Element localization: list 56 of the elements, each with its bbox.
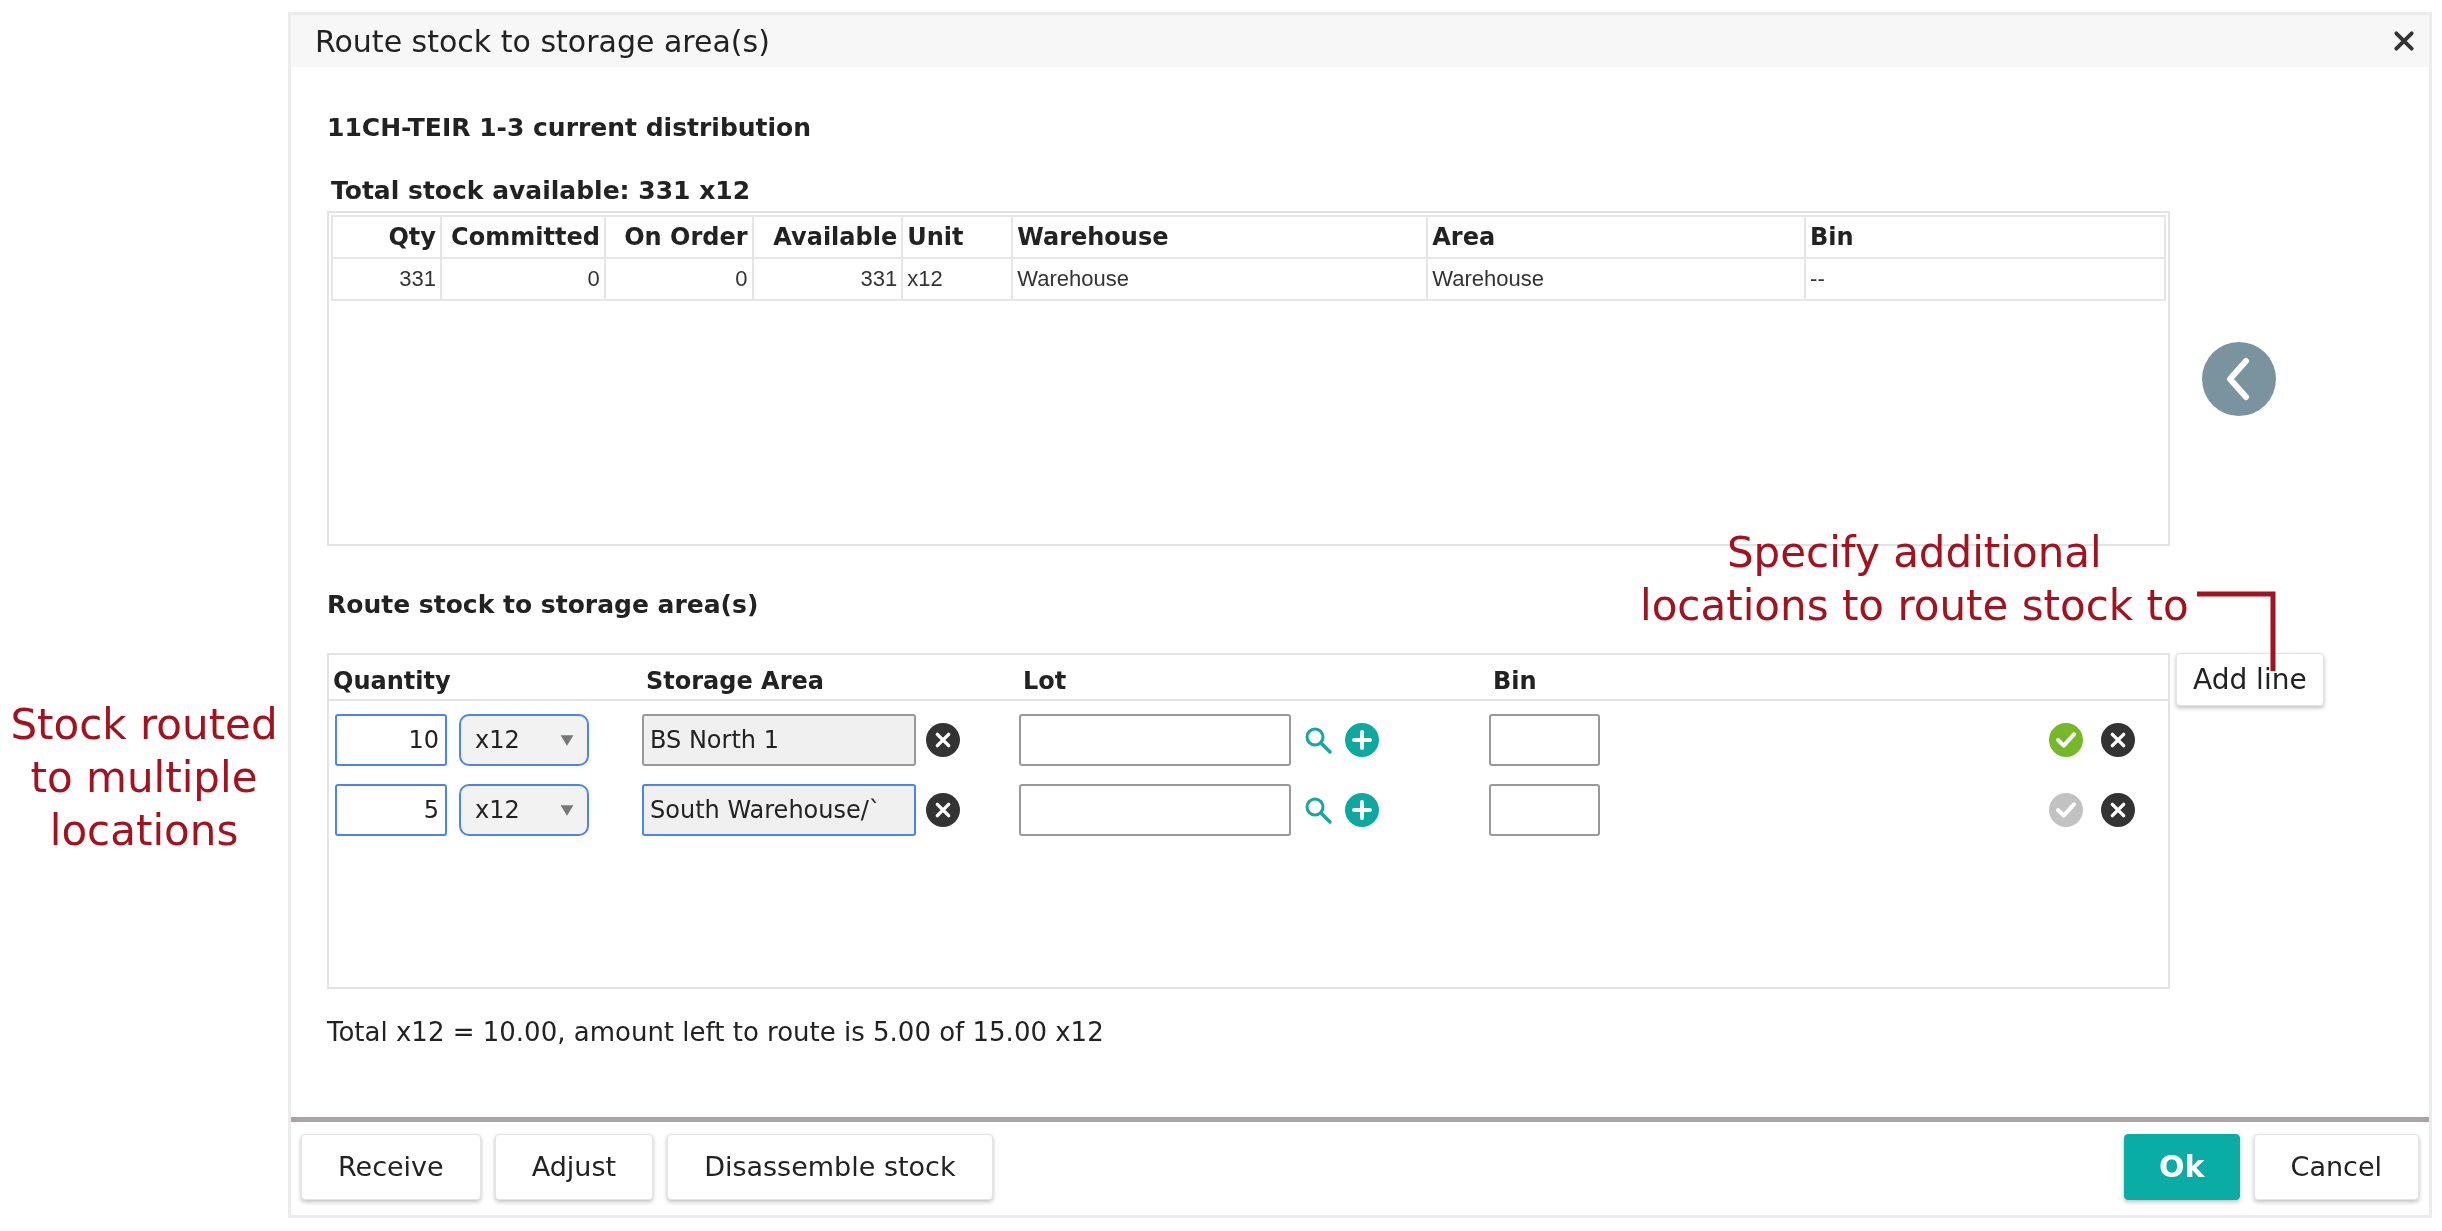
column-header: On Order xyxy=(604,216,753,258)
bin-field[interactable] xyxy=(1489,784,1600,836)
column-header: Bin xyxy=(1493,667,1538,695)
quantity-field[interactable]: 5 xyxy=(335,784,447,836)
table-cell: 331 xyxy=(332,258,441,300)
column-header: Storage Area xyxy=(646,667,825,695)
action-button[interactable]: Cancel xyxy=(2253,1133,2419,1200)
search-icon[interactable] xyxy=(1303,725,1333,755)
section-heading: 11CH-TEIR 1-3 current distribution xyxy=(327,113,812,142)
add-icon[interactable] xyxy=(1345,793,1379,827)
table-cell: -- xyxy=(1805,258,2165,300)
remove-icon[interactable] xyxy=(2101,723,2135,757)
add-icon[interactable] xyxy=(1345,723,1379,757)
annotation-text: Specify additional locations to route stock to xyxy=(1640,527,2189,632)
storage-area-field[interactable]: BS North 1 xyxy=(642,714,916,766)
lot-field[interactable] xyxy=(1019,784,1291,836)
column-header: Available xyxy=(752,216,903,258)
action-button[interactable]: Receive xyxy=(301,1133,481,1200)
back-button[interactable] xyxy=(2202,341,2276,416)
annotation-text: Stock routed to multiple locations xyxy=(10,699,278,857)
route-summary: Total x12 = 10.00, amount left to route is 5.00 of 15.00 x12 xyxy=(327,1017,1105,1047)
column-header: Warehouse xyxy=(1012,216,1428,258)
table-cell: Warehouse xyxy=(1427,258,1806,300)
column-header: Area xyxy=(1427,216,1806,258)
column-header: Quantity xyxy=(332,667,452,695)
column-header: Unit xyxy=(902,216,1013,258)
confirm-icon[interactable] xyxy=(2049,723,2083,757)
column-header: Bin xyxy=(1805,216,2165,258)
column-header: Lot xyxy=(1023,667,1068,695)
quantity-field[interactable]: 10 xyxy=(335,714,447,766)
unit-dropdown[interactable]: x12 xyxy=(459,714,589,766)
add-line-button[interactable]: Add line xyxy=(2176,653,2324,706)
caret-icon xyxy=(559,732,575,748)
unit-dropdown[interactable]: x12 xyxy=(459,784,589,836)
confirm-icon[interactable] xyxy=(2049,793,2083,827)
column-header: Committed xyxy=(440,216,605,258)
stock-total: Total stock available: 331 x12 xyxy=(331,176,751,205)
bin-field[interactable] xyxy=(1489,714,1600,766)
remove-icon[interactable] xyxy=(2101,793,2135,827)
remove-icon[interactable] xyxy=(926,723,960,757)
lot-field[interactable] xyxy=(1019,714,1291,766)
close-icon[interactable] xyxy=(2393,30,2415,52)
search-icon[interactable] xyxy=(1303,795,1333,825)
window-title: Route stock to storage area(s) xyxy=(315,23,770,59)
section-heading: Route stock to storage area(s) xyxy=(327,590,759,619)
caret-icon xyxy=(559,802,575,818)
action-button[interactable]: Adjust xyxy=(494,1133,654,1200)
action-button[interactable]: Disassemble stock xyxy=(667,1133,993,1200)
remove-icon[interactable] xyxy=(926,793,960,827)
column-header: Qty xyxy=(332,216,441,258)
table-cell: 331 xyxy=(752,258,903,300)
table-cell: 0 xyxy=(604,258,753,300)
storage-area-field[interactable]: South Warehouse/` xyxy=(642,784,916,836)
table-cell: x12 xyxy=(902,258,1013,300)
table-cell: Warehouse xyxy=(1012,258,1428,300)
table-cell: 0 xyxy=(440,258,605,300)
